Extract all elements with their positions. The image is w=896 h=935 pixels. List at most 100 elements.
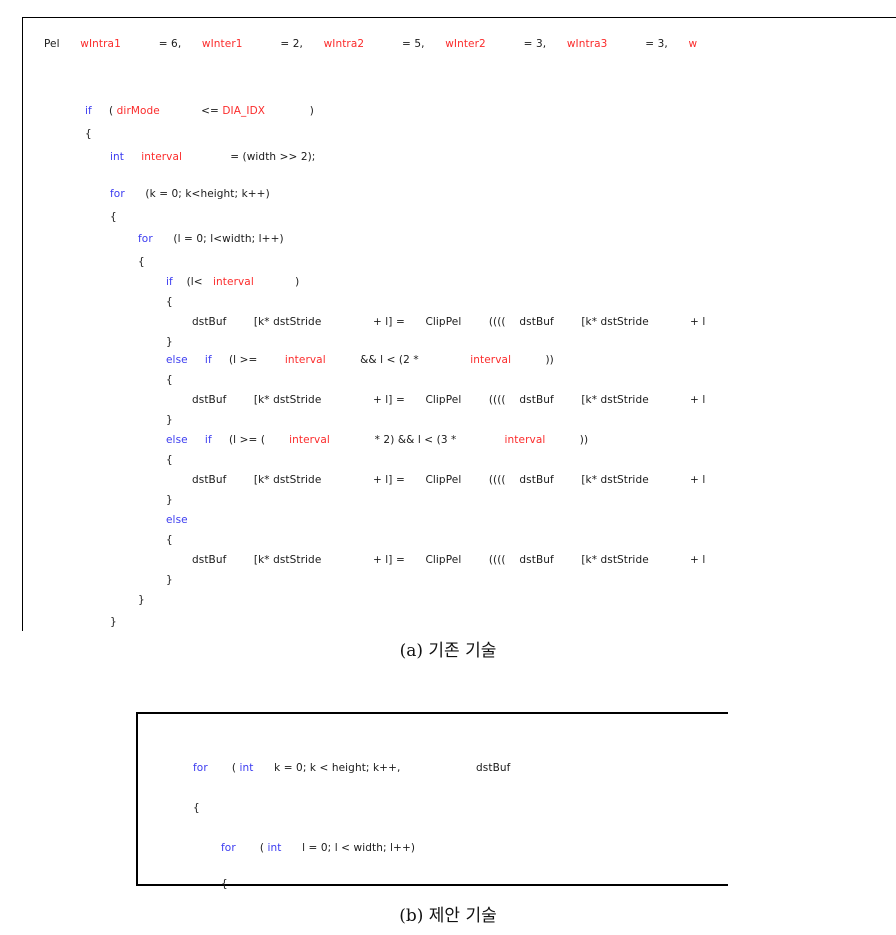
code-line: } [138, 594, 145, 606]
code-token: dstBuf [400, 762, 511, 774]
code-token: + l] = [321, 394, 409, 406]
code-token: } [138, 594, 145, 606]
code-line: for ( int k = 0; k < height; k++, dstBuf [193, 762, 510, 774]
code-token: } [166, 574, 173, 586]
code-token: * 2) && l < (3 * [329, 434, 460, 446]
code-token: if [204, 354, 212, 366]
code-token: dstStride [273, 394, 322, 406]
code-token: [k* [553, 554, 601, 566]
code-token: + l] = [321, 474, 409, 486]
code-token: ( [207, 762, 240, 774]
code-token: [k* [226, 316, 274, 328]
code-token: + l] = [321, 554, 409, 566]
code-token: dstBuf [509, 394, 554, 406]
code-line: { [221, 878, 228, 890]
code-token: int [267, 842, 282, 854]
code-token: } [166, 414, 173, 426]
code-token: } [166, 336, 173, 348]
code-token: else [166, 514, 188, 526]
code-line: } [166, 494, 173, 506]
code-token: int [110, 151, 124, 163]
figure-b-caption-text: 제안 기술 [428, 906, 497, 926]
code-token: )) [511, 354, 554, 366]
code-token: int [239, 762, 254, 774]
figure-b-caption: (b) 제안 기술 [0, 901, 896, 926]
code-token: { [166, 296, 173, 308]
code-token: (l = 0; l<width; l++) [152, 233, 284, 245]
code-token: wInter2 [445, 38, 486, 50]
code-line: for ( int l = 0; l < width; l++) [221, 842, 415, 854]
code-token: dstStride [600, 554, 649, 566]
code-line: int interval = (width >> 2); [110, 151, 315, 163]
code-token: wIntra2 [323, 38, 365, 50]
code-token: ClipPel [408, 316, 462, 328]
code-token: if [166, 276, 173, 288]
figure-a-caption-text: 기존 기술 [428, 641, 497, 661]
code-token: dstStride [273, 554, 322, 566]
code-token: interval [422, 354, 512, 366]
code-token: [k* [226, 554, 274, 566]
code-token: { [138, 256, 145, 268]
code-token: } [110, 616, 117, 628]
code-token: = 6, [158, 38, 182, 50]
code-token: ClipPel [408, 474, 462, 486]
code-line: { [166, 374, 173, 386]
code-token: + l] = [321, 316, 409, 328]
code-line: Pel wIntra1 = 6, wInter1 = 2, wIntra2 = … [44, 38, 697, 50]
code-token: ( [235, 842, 268, 854]
code-token: dstBuf [509, 316, 554, 328]
code-token: + l [648, 316, 706, 328]
code-token: dstBuf [509, 554, 554, 566]
code-token: (((( [461, 316, 510, 328]
code-token: else [166, 434, 188, 446]
code-line: if ( dirMode <= DIA_IDX ) [85, 105, 314, 117]
code-token: dstBuf [192, 474, 227, 486]
code-token: dstStride [273, 474, 322, 486]
code-token: (l< [172, 276, 207, 288]
code-token: for [221, 842, 236, 854]
code-token: dstBuf [192, 316, 227, 328]
code-token: [k* [553, 316, 601, 328]
code-line: dstBuf [k* dstStride + l] = ClipPel ((((… [192, 474, 705, 486]
code-token: else [166, 354, 188, 366]
code-token: interval [459, 434, 546, 446]
code-token: { [166, 454, 173, 466]
code-token: && l < (2 * [325, 354, 423, 366]
code-line: else [166, 514, 188, 526]
code-token: { [166, 374, 173, 386]
code-token: ClipPel [408, 394, 462, 406]
code-line: else if (l >= interval && l < (2 * inter… [166, 354, 554, 366]
code-line: } [166, 336, 173, 348]
code-line: { [193, 802, 200, 814]
code-token: <= [201, 105, 223, 117]
code-token: { [166, 534, 173, 546]
code-token: { [85, 128, 92, 140]
code-token: k = 0; k < height; k++, [253, 762, 401, 774]
figure-a-caption: (a) 기존 기술 [0, 636, 896, 661]
code-line: { [166, 534, 173, 546]
code-token: dstBuf [192, 394, 227, 406]
figure-a-caption-label: (a) [399, 641, 424, 661]
code-token: + l [648, 554, 706, 566]
code-token: { [221, 878, 228, 890]
figure-b-caption-label: (b) [399, 906, 424, 926]
code-token: for [193, 762, 208, 774]
code-token: )) [545, 434, 589, 446]
code-token: (((( [461, 474, 510, 486]
code-line: if (l< interval ) [166, 276, 299, 288]
code-token: DIA_IDX [222, 105, 266, 117]
code-token: + l [648, 474, 706, 486]
code-token: wIntra3 [566, 38, 608, 50]
code-token: dstBuf [192, 554, 227, 566]
